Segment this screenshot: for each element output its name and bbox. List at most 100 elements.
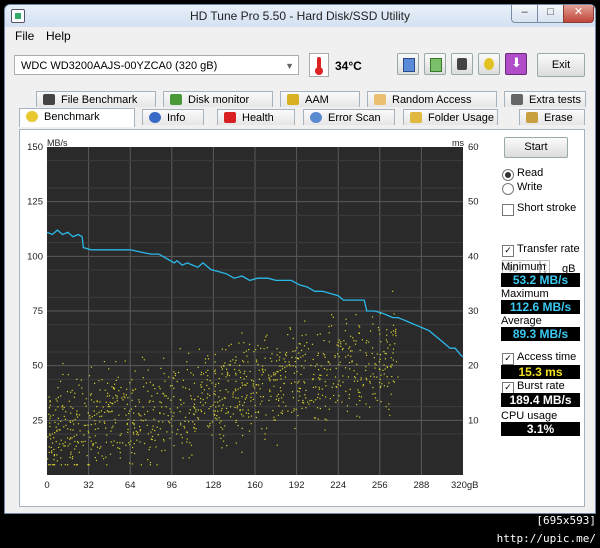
access-point bbox=[204, 412, 206, 414]
access-point bbox=[316, 407, 319, 409]
access-point bbox=[89, 417, 91, 419]
access-point bbox=[383, 385, 385, 387]
access-point bbox=[241, 427, 243, 429]
access-point bbox=[326, 374, 328, 376]
access-point bbox=[323, 368, 325, 370]
access-point bbox=[311, 399, 313, 401]
access-point bbox=[212, 404, 214, 406]
access-point bbox=[353, 370, 355, 372]
access-point bbox=[51, 450, 53, 452]
access-point bbox=[250, 396, 252, 398]
x-tick-label: 224 bbox=[330, 480, 346, 491]
access-point bbox=[283, 383, 285, 385]
access-point bbox=[245, 375, 248, 378]
access-point bbox=[276, 354, 278, 356]
access-point bbox=[213, 410, 215, 412]
access-point bbox=[387, 347, 389, 349]
y-right-tick-label: 40 bbox=[468, 251, 479, 262]
access-point bbox=[276, 444, 278, 446]
access-point bbox=[135, 405, 137, 407]
access-point bbox=[246, 355, 248, 357]
access-point bbox=[262, 365, 264, 367]
access-point bbox=[145, 382, 147, 384]
access-point bbox=[137, 434, 139, 436]
access-point bbox=[344, 330, 346, 332]
access-point bbox=[127, 397, 129, 399]
access-point bbox=[304, 360, 306, 362]
access-point bbox=[214, 394, 216, 396]
y-right-tick-label: 50 bbox=[468, 197, 479, 208]
access-point bbox=[111, 410, 113, 413]
access-point bbox=[380, 401, 382, 403]
access-point bbox=[328, 361, 330, 363]
access-point bbox=[50, 446, 52, 448]
access-point bbox=[160, 367, 162, 369]
access-point bbox=[94, 382, 96, 384]
access-point bbox=[91, 416, 93, 418]
access-point bbox=[162, 421, 164, 423]
access-point bbox=[337, 353, 339, 355]
access-point bbox=[70, 406, 72, 408]
access-point bbox=[342, 375, 344, 377]
access-point bbox=[301, 349, 303, 351]
access-point bbox=[179, 348, 181, 350]
access-point bbox=[105, 401, 107, 403]
access-point bbox=[105, 441, 107, 443]
access-point bbox=[274, 374, 276, 376]
access-point bbox=[310, 364, 312, 366]
access-point bbox=[390, 331, 392, 333]
access-point bbox=[222, 404, 224, 406]
access-point bbox=[159, 401, 161, 403]
access-point bbox=[381, 383, 383, 385]
access-point bbox=[64, 464, 66, 466]
access-point bbox=[103, 421, 105, 423]
access-point bbox=[55, 398, 57, 400]
access-point bbox=[70, 429, 72, 431]
tab-benchmark[interactable]: Benchmark bbox=[19, 108, 135, 127]
access-point bbox=[134, 388, 137, 390]
access-point bbox=[100, 446, 102, 448]
access-point bbox=[384, 368, 386, 370]
access-point bbox=[214, 390, 216, 392]
access-point bbox=[200, 411, 203, 413]
access-point bbox=[332, 383, 335, 385]
access-point bbox=[47, 436, 49, 438]
access-point bbox=[129, 462, 131, 464]
access-point bbox=[164, 395, 166, 397]
access-point bbox=[60, 380, 62, 382]
access-point bbox=[107, 411, 110, 413]
access-point bbox=[88, 432, 90, 434]
access-point bbox=[237, 397, 239, 399]
access-point bbox=[157, 434, 159, 436]
access-point bbox=[221, 368, 223, 370]
access-point bbox=[94, 423, 96, 425]
access-point bbox=[390, 357, 392, 359]
access-point bbox=[133, 424, 135, 426]
access-point bbox=[294, 361, 296, 363]
access-point bbox=[336, 344, 338, 346]
access-point bbox=[353, 380, 356, 382]
access-point bbox=[213, 393, 215, 395]
access-point bbox=[147, 369, 149, 371]
access-point bbox=[49, 422, 51, 424]
access-point bbox=[177, 429, 179, 431]
access-point bbox=[179, 411, 181, 413]
access-point bbox=[171, 425, 173, 427]
access-point bbox=[255, 349, 257, 351]
access-point bbox=[242, 360, 244, 362]
access-point bbox=[214, 385, 216, 388]
access-point bbox=[103, 361, 105, 363]
access-point bbox=[201, 381, 203, 383]
access-point bbox=[137, 431, 139, 433]
access-point bbox=[112, 425, 114, 427]
access-point bbox=[75, 445, 77, 447]
access-point bbox=[58, 429, 60, 431]
access-point bbox=[366, 379, 368, 381]
access-point bbox=[81, 387, 83, 389]
access-point bbox=[393, 381, 395, 383]
access-point bbox=[194, 423, 196, 425]
y-left-tick-label: 150 bbox=[27, 142, 43, 153]
access-point bbox=[85, 424, 87, 426]
access-point bbox=[228, 375, 230, 377]
access-point bbox=[190, 444, 193, 446]
